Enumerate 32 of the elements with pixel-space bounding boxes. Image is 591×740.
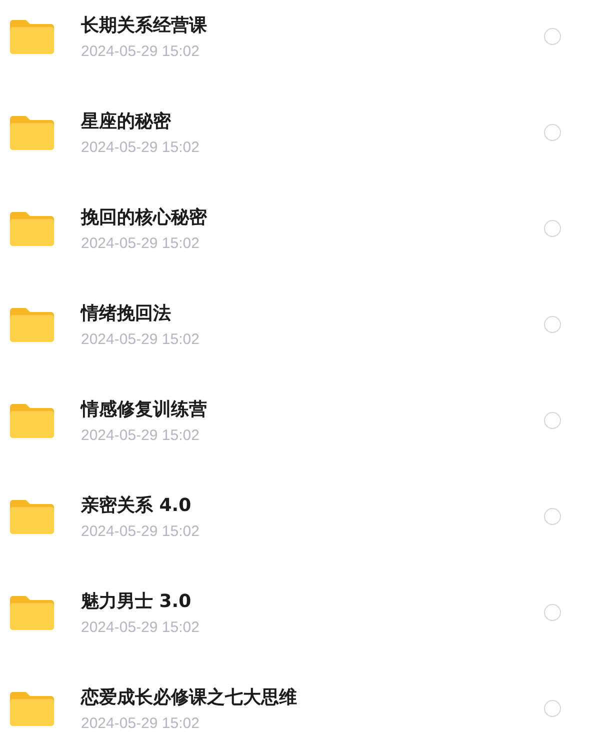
modified-date: 2024-05-29 15:02 — [81, 42, 200, 60]
folder-name: 情绪挽回法 — [81, 302, 171, 324]
modified-date: 2024-05-29 15:02 — [81, 714, 200, 732]
select-radio[interactable] — [544, 412, 561, 428]
folder-icon — [10, 498, 54, 534]
select-radio[interactable] — [544, 124, 561, 140]
modified-date: 2024-05-29 15:02 — [81, 426, 200, 444]
folder-icon — [10, 690, 54, 726]
folder-name: 魅力男士 3.0 — [81, 590, 192, 612]
select-radio[interactable] — [544, 604, 561, 620]
select-radio[interactable] — [544, 508, 561, 524]
folder-name: 星座的秘密 — [81, 110, 171, 132]
select-radio[interactable] — [544, 700, 561, 716]
folder-icon — [10, 402, 54, 438]
folder-name: 恋爱成长必修课之七大思维 — [81, 686, 297, 708]
folder-name: 亲密关系 4.0 — [81, 494, 192, 516]
select-radio[interactable] — [544, 220, 561, 236]
folder-icon — [10, 114, 54, 150]
select-radio[interactable] — [544, 316, 561, 332]
modified-date: 2024-05-29 15:02 — [81, 234, 200, 252]
folder-name: 情感修复训练营 — [81, 398, 207, 420]
folder-icon — [10, 594, 54, 630]
folder-name: 长期关系经营课 — [81, 14, 207, 36]
modified-date: 2024-05-29 15:02 — [81, 138, 200, 156]
modified-date: 2024-05-29 15:02 — [81, 330, 200, 348]
modified-date: 2024-05-29 15:02 — [81, 618, 200, 636]
folder-icon — [10, 306, 54, 342]
modified-date: 2024-05-29 15:02 — [81, 522, 200, 540]
folder-icon — [10, 18, 54, 54]
folder-icon — [10, 210, 54, 246]
folder-name: 挽回的核心秘密 — [81, 206, 207, 228]
select-radio[interactable] — [544, 28, 561, 44]
